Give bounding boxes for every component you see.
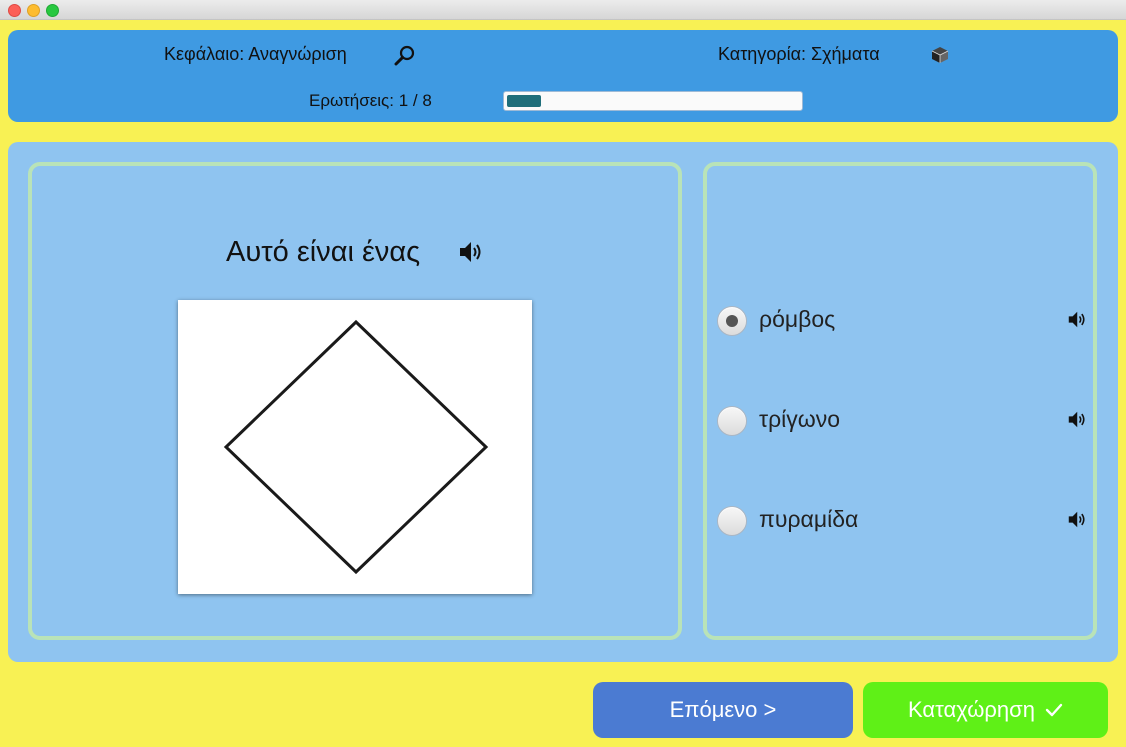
rhombus-shape	[223, 319, 489, 575]
speaker-icon[interactable]	[1068, 411, 1088, 433]
quiz-panel: Αυτό είναι ένας ρόμβος τρίγωνο πυραμίδα	[8, 142, 1118, 662]
category-label: Κατηγορία: Σχήματα	[718, 44, 880, 64]
magnifier-icon	[394, 45, 416, 72]
answer-radio[interactable]	[717, 306, 747, 336]
window-titlebar	[0, 0, 1126, 20]
answer-label: πυραμίδα	[759, 506, 859, 532]
next-button-label: Επόμενο >	[669, 697, 777, 722]
answer-radio[interactable]	[717, 506, 747, 536]
answer-label: ρόμβος	[759, 306, 836, 332]
answer-radio[interactable]	[717, 406, 747, 436]
answer-label: τρίγωνο	[759, 406, 841, 432]
radio-selected-dot	[726, 315, 738, 327]
speaker-icon[interactable]	[1068, 311, 1088, 333]
submit-button-label: Καταχώρηση	[908, 697, 1035, 722]
progress-bar-fill	[507, 95, 541, 107]
question-prompt: Αυτό είναι ένας	[226, 236, 421, 268]
answer-option[interactable]: ρόμβος	[717, 302, 1097, 342]
answer-option[interactable]: τρίγωνο	[717, 402, 1097, 442]
minimize-window-button[interactable]	[27, 4, 40, 17]
zoom-window-button[interactable]	[46, 4, 59, 17]
question-image	[178, 300, 532, 594]
box-icon	[931, 46, 949, 69]
answers-card: ρόμβος τρίγωνο πυραμίδα	[703, 162, 1097, 640]
speaker-icon[interactable]	[1068, 511, 1088, 533]
question-progress-bar	[503, 91, 803, 111]
question-counter: Ερωτήσεις: 1 / 8	[309, 91, 432, 110]
close-window-button[interactable]	[8, 4, 21, 17]
prompt-speaker-icon[interactable]	[459, 241, 485, 268]
submit-button[interactable]: Καταχώρηση	[863, 682, 1108, 738]
check-icon	[1045, 697, 1063, 723]
next-button[interactable]: Επόμενο >	[593, 682, 853, 738]
answer-option[interactable]: πυραμίδα	[717, 502, 1097, 542]
quiz-header: Κεφάλαιο: Αναγνώριση Κατηγορία: Σχήματα …	[8, 30, 1118, 122]
question-card: Αυτό είναι ένας	[28, 162, 682, 640]
chapter-label: Κεφάλαιο: Αναγνώριση	[164, 44, 347, 64]
